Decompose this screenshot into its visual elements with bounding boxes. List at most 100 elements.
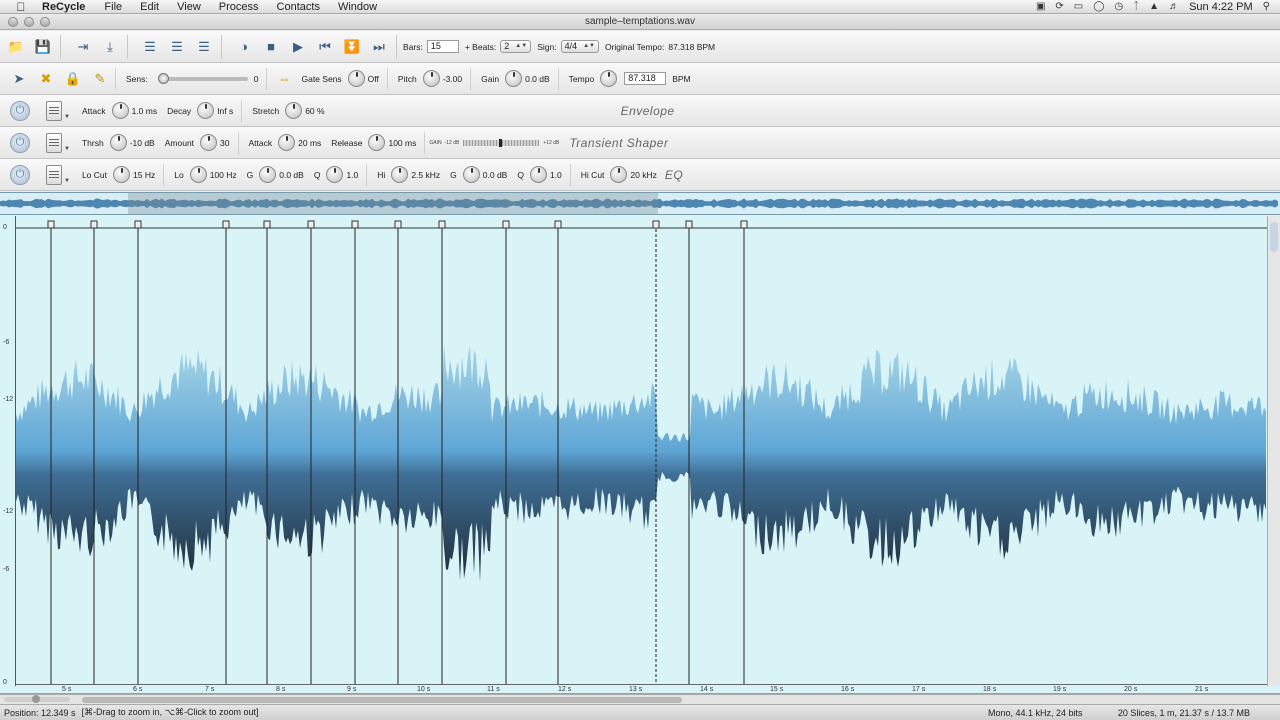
lo-gain-knob[interactable] <box>259 166 277 183</box>
play-button[interactable]: ▶ <box>287 37 309 57</box>
thrsh-knob[interactable] <box>109 134 127 151</box>
envelope-power-button[interactable]: ⏻ <box>10 100 30 121</box>
slice-handle[interactable] <box>438 220 446 229</box>
pitch-knob[interactable] <box>422 70 440 87</box>
ts-attack-value: 20 ms <box>298 137 322 148</box>
eq-power-button[interactable]: ⏻ <box>10 164 30 185</box>
bars-input[interactable]: 15 <box>426 40 459 53</box>
env-decay-knob[interactable] <box>197 102 215 119</box>
slice-handle[interactable] <box>502 220 510 229</box>
select-tool-button[interactable]: ➤ <box>8 69 30 89</box>
slice-handle[interactable] <box>652 220 660 229</box>
slice-handle[interactable] <box>740 220 748 229</box>
preset-arrow-icon: ▼ <box>64 113 70 120</box>
hi-gain-knob[interactable] <box>462 166 480 183</box>
time-label: 17 s <box>912 686 926 693</box>
locut-knob[interactable] <box>113 166 130 183</box>
slice-handle[interactable] <box>351 220 359 229</box>
transient-power-button[interactable]: ⏻ <box>10 132 30 153</box>
slice-handle[interactable] <box>47 220 55 229</box>
sign-select[interactable]: 4/4 ▲▼ <box>560 40 599 53</box>
eq-preset-button[interactable] <box>46 164 62 185</box>
tempo-knob[interactable] <box>600 70 618 87</box>
erase-slice-tool-button[interactable]: ✖ <box>35 69 57 89</box>
overview-visible-range[interactable] <box>128 193 658 214</box>
time-label: 11 s <box>487 686 500 693</box>
stop-button[interactable]: ■ <box>260 37 282 57</box>
env-stretch-knob[interactable] <box>285 102 303 119</box>
env-attack-value: 1.0 ms <box>131 105 158 116</box>
gate-sens-knob[interactable] <box>347 70 365 87</box>
hi-q-knob[interactable] <box>529 166 547 183</box>
menu-view[interactable]: View <box>168 1 210 13</box>
transient-shaper-module: ⏻ ▼ Thrsh -10 dB Amount 30 Attack 20 ms … <box>0 127 1280 159</box>
save-file-button[interactable]: 💾 <box>32 37 54 57</box>
horizontal-zoom-slider[interactable] <box>4 695 70 703</box>
menubar-clock[interactable]: Sun 4:22 PM <box>1189 1 1253 13</box>
gate-sens-value: Off <box>367 73 379 84</box>
apple-menu-icon[interactable]:  <box>10 0 32 14</box>
hi-freq-knob[interactable] <box>391 166 409 183</box>
bluetooth-icon[interactable]: ᛏ <box>1133 1 1139 12</box>
lo-q-knob[interactable] <box>326 166 344 183</box>
slice-handle[interactable] <box>394 220 402 229</box>
slice-handle[interactable] <box>263 220 271 229</box>
transient-shaper-title: Transient Shaper <box>569 135 669 150</box>
slice-handle[interactable] <box>90 220 98 229</box>
gate-button[interactable]: ⇔ <box>273 69 295 89</box>
view-mode-3-button[interactable]: ☰ <box>193 37 215 57</box>
gain-knob[interactable] <box>505 70 523 87</box>
loop-button[interactable]: ⏬ <box>341 37 363 57</box>
scrollbar-thumb[interactable] <box>1270 222 1278 252</box>
view-mode-2-button[interactable]: ☰ <box>166 37 188 57</box>
forward-button[interactable]: ⏭ <box>368 37 390 57</box>
skip-forward-icon: ⏭ <box>373 38 385 54</box>
release-knob[interactable] <box>368 134 386 151</box>
export-button[interactable]: ⇥ <box>72 37 94 57</box>
envelope-preset-button[interactable] <box>46 100 62 121</box>
menu-window[interactable]: Window <box>329 1 386 13</box>
slice-handle[interactable] <box>685 220 693 229</box>
menu-process[interactable]: Process <box>210 1 268 13</box>
menu-file[interactable]: File <box>95 1 131 13</box>
open-file-button[interactable]: 📁 <box>5 37 27 57</box>
preview-button[interactable]: ◑ <box>233 37 255 57</box>
spotlight-search-icon[interactable]: ⚲ <box>1263 1 1270 12</box>
slice-handle[interactable] <box>222 220 230 229</box>
lo-freq-knob[interactable] <box>189 166 207 183</box>
sync-status-icon[interactable]: ⟳ <box>1055 1 1063 12</box>
menu-edit[interactable]: Edit <box>131 1 168 13</box>
waveform-editor[interactable]: 0 -6 -12 -12 -6 0 5 s 6 s 7 s 8 s 9 s 10… <box>0 216 1280 694</box>
display-status-icon[interactable]: ▭ <box>1074 1 1083 12</box>
slice-handle[interactable] <box>134 220 142 229</box>
transient-preset-button[interactable] <box>46 132 62 153</box>
rewind-button[interactable]: ⏮ <box>314 37 336 57</box>
tempo-input[interactable]: 87.318 <box>624 72 667 85</box>
view-mode-1-button[interactable]: ☰ <box>139 37 161 57</box>
lock-tool-button[interactable]: 🔒 <box>62 69 84 89</box>
camera-status-icon[interactable]: ▣ <box>1036 1 1045 12</box>
toggle-status-icon[interactable]: ◯ <box>1093 1 1104 12</box>
slider-thumb[interactable] <box>157 72 169 84</box>
pencil-tool-button[interactable]: ✎ <box>89 69 111 89</box>
horizontal-scrollbar[interactable] <box>0 694 1280 704</box>
env-attack-knob[interactable] <box>111 102 129 119</box>
beats-stepper[interactable]: 2 ▲▼ <box>500 40 532 53</box>
slice-handle[interactable] <box>307 220 315 229</box>
scrollbar-thumb[interactable] <box>82 697 682 703</box>
slice-handle[interactable] <box>554 220 562 229</box>
hicut-knob[interactable] <box>610 166 628 183</box>
wifi-icon[interactable]: ▲ <box>1149 1 1159 12</box>
menu-contacts[interactable]: Contacts <box>268 1 329 13</box>
lanes-icon: ☰ <box>144 38 156 54</box>
waveform-overview[interactable] <box>0 192 1280 215</box>
vertical-zoom-scrollbar[interactable] <box>1267 216 1280 686</box>
app-menu[interactable]: ReCycle <box>32 1 95 13</box>
volume-icon[interactable]: ♬ <box>1169 1 1179 12</box>
save-slices-button[interactable]: ⤓ <box>99 37 121 57</box>
waveform-display[interactable] <box>16 216 1267 684</box>
sensitivity-slider[interactable] <box>157 72 248 84</box>
time-machine-icon[interactable]: ◷ <box>1114 1 1123 12</box>
amount-knob[interactable] <box>200 134 218 151</box>
ts-attack-knob[interactable] <box>278 134 296 151</box>
